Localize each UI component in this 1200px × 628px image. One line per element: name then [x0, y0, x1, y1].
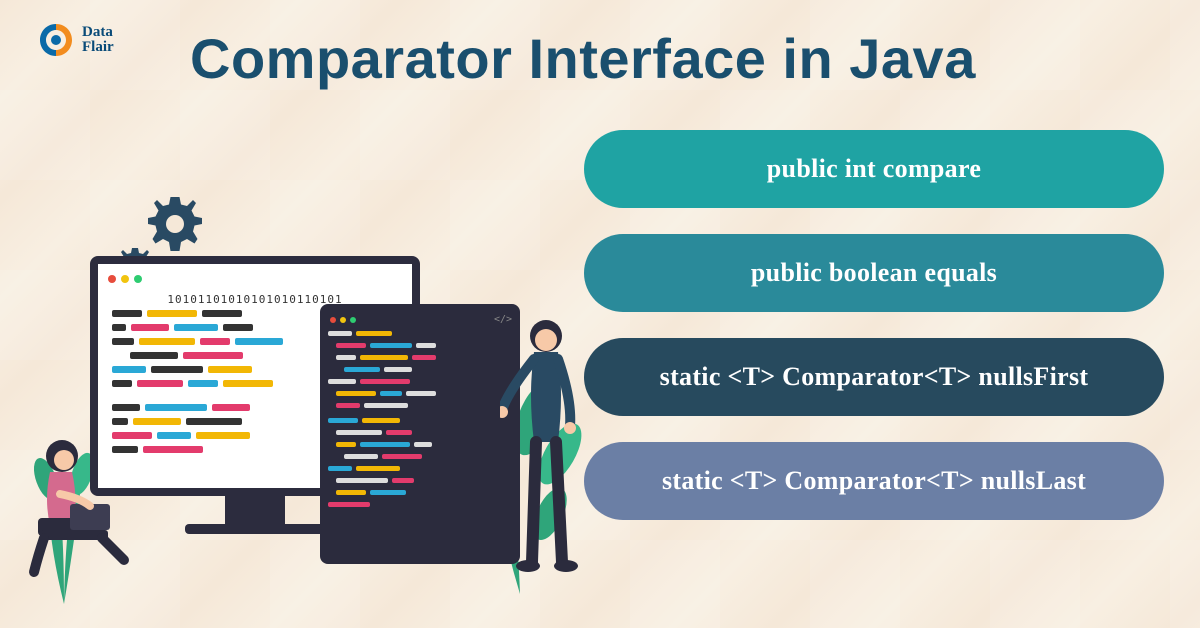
- editor-code-lines: [328, 331, 512, 507]
- person-standing-icon: [500, 314, 600, 574]
- logo-text: Data Flair: [82, 25, 114, 55]
- brand-logo: Data Flair: [36, 20, 114, 60]
- illustration: 1010110101010101011010­1 </>: [20, 164, 600, 604]
- pill-nullslast: static <T> Comparator<T> nullsLast: [584, 442, 1164, 520]
- method-list: public int compare public boolean equals…: [584, 130, 1164, 520]
- pill-compare: public int compare: [584, 130, 1164, 208]
- logo-text-line1: Data: [82, 25, 114, 40]
- pill-label: public boolean equals: [751, 258, 997, 288]
- pill-equals: public boolean equals: [584, 234, 1164, 312]
- pill-label: public int compare: [767, 154, 981, 184]
- code-editor-illustration: </>: [320, 304, 520, 564]
- pill-label: static <T> Comparator<T> nullsFirst: [660, 362, 1089, 392]
- logo-text-line2: Flair: [82, 40, 114, 55]
- window-controls-icon: [106, 272, 404, 289]
- person-sitting-icon: [20, 430, 140, 580]
- pill-label: static <T> Comparator<T> nullsLast: [662, 466, 1086, 496]
- editor-top-bar: </>: [328, 312, 512, 331]
- pill-nullsfirst: static <T> Comparator<T> nullsFirst: [584, 338, 1164, 416]
- page-title: Comparator Interface in Java: [190, 26, 976, 91]
- logo-icon: [36, 20, 76, 60]
